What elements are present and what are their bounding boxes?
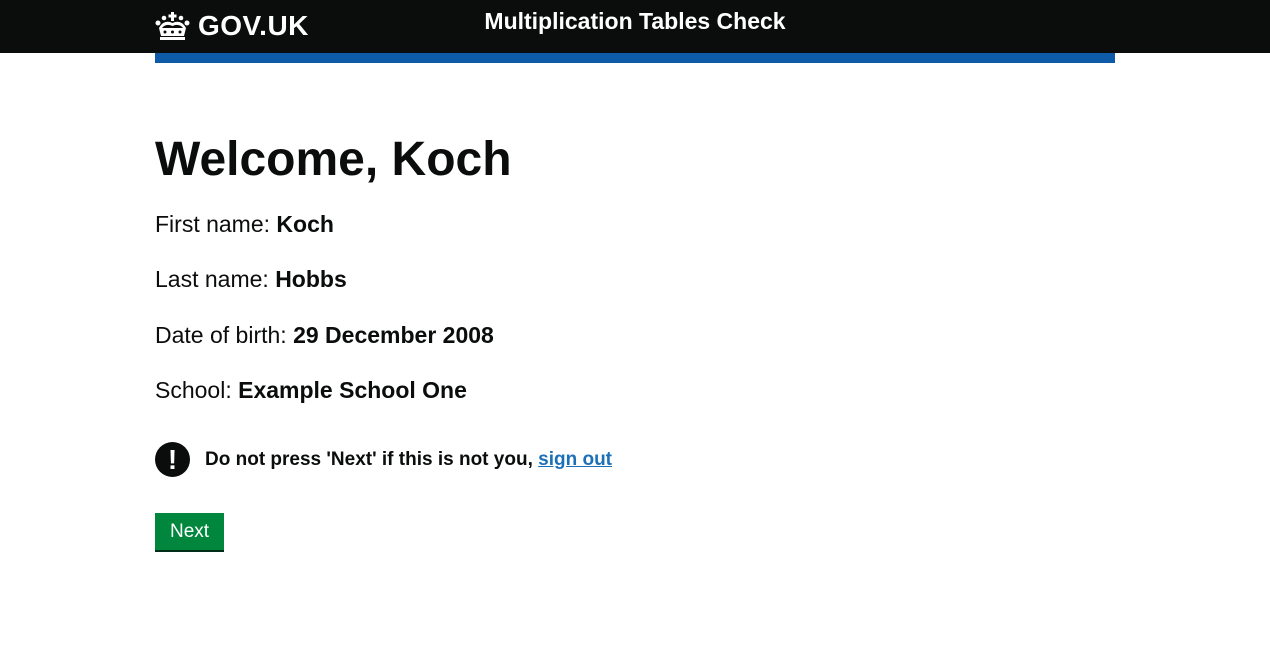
detail-last-name: Last name: Hobbs [155,265,347,293]
warning-message: Do not press 'Next' if this is not you, [205,448,533,470]
warning-text-block: ! Do not press 'Next' if this is not you… [155,442,612,477]
detail-value: Koch [276,211,334,237]
site-header: GOV.UK Multiplication Tables Check [0,0,1270,53]
detail-label: First name: [155,211,271,237]
detail-label: Date of birth: [155,322,287,348]
detail-label: Last name: [155,266,269,292]
detail-label: School: [155,377,232,403]
detail-school: School: Example School One [155,376,467,404]
detail-value: Hobbs [275,266,347,292]
next-button[interactable]: Next [155,513,225,550]
detail-date-of-birth: Date of birth: 29 December 2008 [155,321,494,349]
detail-value: 29 December 2008 [293,322,494,348]
warning-text: Do not press 'Next' if this is not you, … [205,448,612,472]
service-name[interactable]: Multiplication Tables Check [0,7,1270,35]
detail-value: Example School One [238,377,467,403]
page-title: Welcome, Koch [155,133,512,186]
exclamation-icon: ! [155,442,190,477]
main-content: Welcome, Koch First name: Koch Last name… [155,132,1115,550]
sign-out-link[interactable]: sign out [538,449,612,470]
detail-first-name: First name: Koch [155,210,334,238]
header-blue-bar [155,53,1115,63]
